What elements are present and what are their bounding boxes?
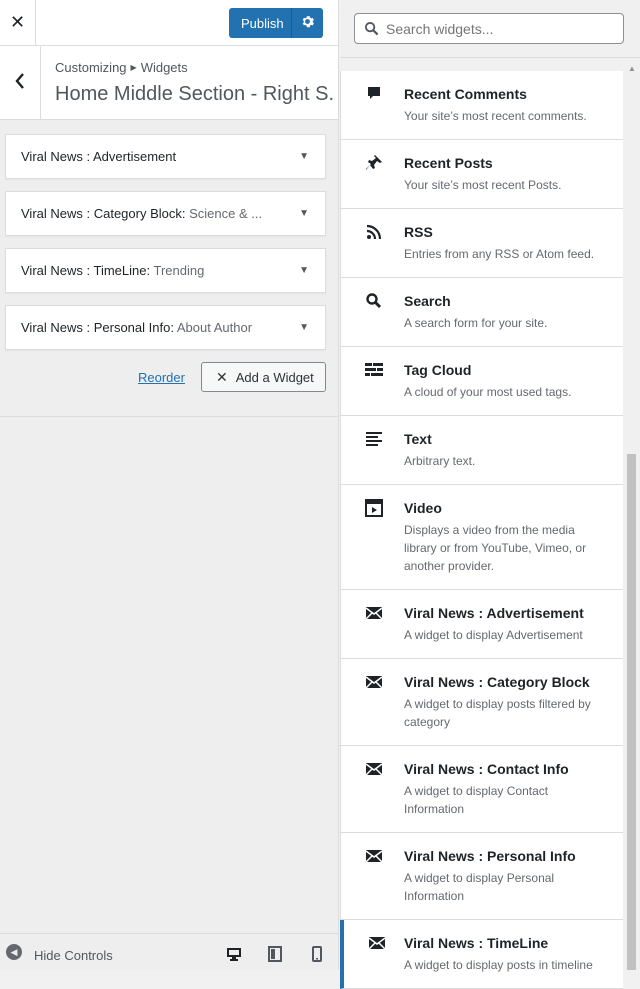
widget-name: Tag Cloud: [404, 362, 472, 378]
widget-row-personal-info[interactable]: Viral News : Personal Info: About Author…: [5, 305, 326, 350]
caret-down-icon[interactable]: ▼: [299, 249, 309, 292]
list-item[interactable]: Video Displays a video from the media li…: [340, 485, 623, 590]
list-item[interactable]: Viral News : Contact Info A widget to di…: [340, 746, 623, 833]
envelope-icon: [365, 607, 383, 620]
breadcrumb-separator-icon: ▶: [130, 63, 137, 72]
search-icon: [364, 21, 379, 36]
list-item[interactable]: Text Arbitrary text.: [340, 416, 623, 485]
tag-cloud-icon: [365, 363, 383, 376]
widget-row-timeline[interactable]: Viral News : TimeLine: Trending ▼: [5, 248, 326, 293]
list-item[interactable]: Tag Cloud A cloud of your most used tags…: [340, 347, 623, 416]
customizer-topbar: ✕ Publish: [0, 0, 338, 46]
widget-description: A widget to display Advertisement: [404, 628, 583, 642]
widget-name: Recent Comments: [404, 86, 527, 102]
envelope-icon: [368, 937, 386, 950]
list-item[interactable]: Viral News : TimeLine A widget to displa…: [340, 920, 623, 989]
customizer-footer: ◀ Hide Controls: [0, 933, 338, 970]
widget-description: A widget to display Personal Information: [404, 871, 555, 903]
add-widget-button[interactable]: ✕ Add a Widget: [201, 362, 326, 392]
widget-description: Displays a video from the media library …: [404, 523, 587, 573]
widget-row-title: Viral News : Advertisement: [21, 149, 177, 164]
search-icon: [366, 293, 382, 309]
widget-name: Text: [404, 431, 432, 447]
customizer-controls-panel: ✕ Publish Customizing ▶ Widgets Home Middl…: [0, 0, 339, 970]
close-icon: ✕: [216, 369, 228, 385]
widget-row-title: Viral News : TimeLine:: [21, 263, 151, 278]
widget-name: Viral News : Personal Info: [404, 848, 576, 864]
publish-button[interactable]: Publish: [229, 16, 291, 31]
reorder-link[interactable]: Reorder: [138, 370, 185, 385]
caret-down-icon[interactable]: ▼: [299, 306, 309, 349]
envelope-icon: [365, 676, 383, 689]
close-icon: ✕: [9, 12, 26, 32]
list-item[interactable]: Recent Posts Your site’s most recent Pos…: [340, 140, 623, 209]
widget-description: Your site’s most recent comments.: [404, 109, 587, 123]
widget-description: Entries from any RSS or Atom feed.: [404, 247, 595, 261]
search-input[interactable]: [384, 18, 614, 40]
hide-controls-button[interactable]: Hide Controls: [34, 948, 113, 963]
collapse-arrow-icon[interactable]: ◀: [6, 944, 22, 960]
widget-description: A widget to display posts filtered by ca…: [404, 697, 591, 729]
scrollbar-thumb[interactable]: [627, 454, 636, 970]
publish-settings-button[interactable]: [292, 8, 323, 38]
widget-row-title: Viral News : Personal Info:: [21, 320, 174, 335]
page-title: Home Middle Section - Right S...: [55, 83, 333, 105]
scrollbar[interactable]: ▲: [623, 58, 640, 970]
close-customizer-button[interactable]: ✕: [0, 0, 36, 46]
breadcrumb: Customizing ▶ Widgets: [55, 60, 188, 75]
widget-row-subtitle: About Author: [176, 320, 253, 335]
search-box: [354, 13, 624, 44]
gear-icon: [302, 16, 314, 28]
mobile-preview-icon[interactable]: [309, 946, 325, 962]
widget-row-title: Viral News : Category Block:: [21, 206, 186, 221]
widget-name: Video: [404, 500, 442, 516]
widget-description: A cloud of your most used tags.: [404, 385, 572, 399]
widget-description: A widget to display posts in timeline: [404, 958, 593, 972]
desktop-preview-icon[interactable]: [226, 946, 242, 962]
list-item[interactable]: RSS Entries from any RSS or Atom feed.: [340, 209, 623, 278]
list-item[interactable]: Search A search form for your site.: [340, 278, 623, 347]
widget-name: Viral News : Advertisement: [404, 605, 584, 621]
chevron-left-icon: [15, 73, 24, 89]
available-widgets-panel: ▲ Recent Comments Your site’s most recen…: [340, 0, 640, 989]
widget-name: Recent Posts: [404, 155, 493, 171]
widget-description: A search form for your site.: [404, 316, 548, 330]
widget-name: RSS: [404, 224, 433, 240]
envelope-icon: [365, 850, 383, 863]
caret-down-icon[interactable]: ▼: [299, 135, 309, 178]
widget-description: Arbitrary text.: [404, 454, 476, 468]
tablet-preview-icon[interactable]: [267, 946, 283, 962]
widget-search-bar: [340, 0, 640, 58]
breadcrumb-current: Widgets: [140, 60, 188, 75]
available-widgets-list: Recent Comments Your site’s most recent …: [340, 71, 623, 989]
divider: [0, 416, 338, 417]
back-button[interactable]: [0, 46, 41, 119]
list-item[interactable]: Viral News : Category Block A widget to …: [340, 659, 623, 746]
widget-name: Search: [404, 293, 451, 309]
rss-icon: [366, 224, 382, 240]
text-icon: [366, 432, 382, 446]
envelope-icon: [365, 763, 383, 776]
widget-name: Viral News : TimeLine: [404, 935, 549, 951]
comment-icon: [368, 87, 380, 99]
list-item[interactable]: Viral News : Advertisement A widget to d…: [340, 590, 623, 659]
widget-name: Viral News : Category Block: [404, 674, 590, 690]
publish-button-group: Publish: [229, 8, 323, 38]
list-item[interactable]: Recent Comments Your site’s most recent …: [340, 71, 623, 140]
widget-row-subtitle: Trending: [153, 263, 205, 278]
widget-description: A widget to display Contact Information: [404, 784, 549, 816]
widget-row-subtitle: Science & ...: [189, 206, 263, 221]
list-item[interactable]: Viral News : Personal Info A widget to d…: [340, 833, 623, 920]
widget-row-category-block[interactable]: Viral News : Category Block: Science & .…: [5, 191, 326, 236]
widget-row-advertisement[interactable]: Viral News : Advertisement ▼: [5, 134, 326, 179]
breadcrumb-root: Customizing: [55, 60, 127, 75]
pin-icon: [366, 155, 382, 170]
widget-description: Your site’s most recent Posts.: [404, 178, 562, 192]
section-header: Customizing ▶ Widgets Home Middle Section …: [0, 46, 338, 120]
widget-name: Viral News : Contact Info: [404, 761, 569, 777]
caret-down-icon[interactable]: ▼: [299, 192, 309, 235]
add-widget-label: Add a Widget: [235, 370, 314, 385]
video-icon: [365, 499, 383, 517]
scroll-up-icon[interactable]: ▲: [628, 64, 636, 73]
